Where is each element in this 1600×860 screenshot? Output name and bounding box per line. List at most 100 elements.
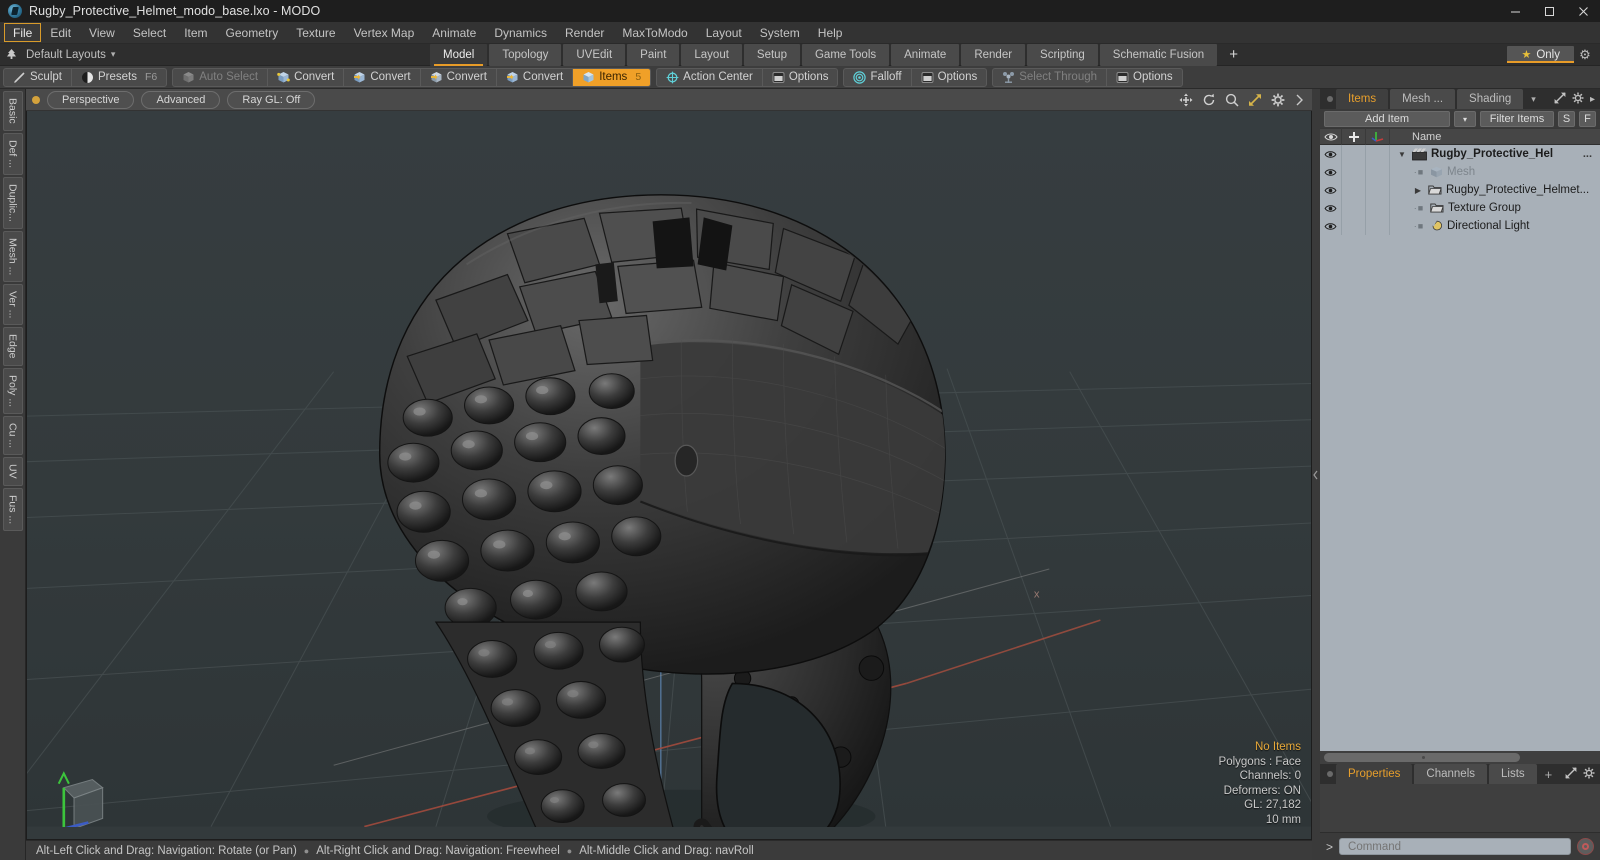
menu-help[interactable]: Help xyxy=(809,23,852,42)
vtab-polygon[interactable]: Poly ... xyxy=(2,367,23,415)
action-center-button[interactable]: Action Center xyxy=(657,68,763,86)
filter-s-button[interactable]: S xyxy=(1558,111,1575,127)
menu-system[interactable]: System xyxy=(751,23,809,42)
tab-properties[interactable]: Properties xyxy=(1336,764,1413,784)
tab-game-tools[interactable]: Game Tools xyxy=(801,43,890,66)
row-visibility-toggle[interactable] xyxy=(1320,199,1342,217)
tab-model[interactable]: Model xyxy=(430,43,488,66)
convert-vertex-button[interactable]: Convert xyxy=(268,68,345,86)
row-visibility-toggle[interactable] xyxy=(1320,181,1342,199)
3d-viewport[interactable]: x No Items Polygons: Face Channels: 0 D… xyxy=(26,111,1312,840)
tab-shading[interactable]: Shading xyxy=(1457,89,1524,109)
row-lock-cell[interactable] xyxy=(1342,163,1366,181)
gear-icon[interactable] xyxy=(1271,93,1285,107)
items-panel-gear-icon[interactable] xyxy=(1572,92,1584,107)
tab-animate[interactable]: Animate xyxy=(891,43,960,66)
select-through-button[interactable]: Select Through xyxy=(993,68,1108,86)
row-name-cell[interactable]: ·■ Texture Group xyxy=(1390,202,1600,214)
viewport-shading-selector[interactable]: Advanced xyxy=(141,90,221,109)
menu-layout[interactable]: Layout xyxy=(697,23,751,42)
items-panel-menu-dot-icon[interactable] xyxy=(1324,89,1336,109)
row-axis-cell[interactable] xyxy=(1366,181,1390,199)
bottom-panel-add-tab[interactable]: + xyxy=(1539,764,1559,784)
list-item[interactable]: ·■ Texture Group xyxy=(1320,199,1600,217)
tab-render[interactable]: Render xyxy=(961,43,1026,66)
menu-vertex-map[interactable]: Vertex Map xyxy=(345,23,424,42)
menu-render[interactable]: Render xyxy=(556,23,613,42)
chevron-right-icon[interactable] xyxy=(1294,94,1304,106)
vtab-mesh[interactable]: Mesh ... xyxy=(2,230,23,282)
tab-items[interactable]: Items xyxy=(1336,89,1389,109)
properties-content-area[interactable] xyxy=(1320,784,1600,832)
vtab-uv[interactable]: UV xyxy=(2,457,23,486)
close-button[interactable] xyxy=(1566,0,1600,22)
items-mode-button[interactable]: Items 5 xyxy=(573,68,651,86)
filter-f-button[interactable]: F xyxy=(1579,111,1596,127)
tab-schematic-fusion[interactable]: Schematic Fusion xyxy=(1099,43,1218,66)
row-axis-cell[interactable] xyxy=(1366,217,1390,235)
menu-item[interactable]: Item xyxy=(175,23,216,42)
row-lock-cell[interactable] xyxy=(1342,181,1366,199)
vtab-basic[interactable]: Basic xyxy=(2,91,23,131)
action-center-options-button[interactable]: Options xyxy=(763,69,838,86)
default-layouts-label[interactable]: Default Layouts xyxy=(22,49,106,61)
tab-uvedit[interactable]: UVEdit xyxy=(563,43,626,66)
menu-maxtomodo[interactable]: MaxToModo xyxy=(613,23,696,42)
expand-icon[interactable] xyxy=(1554,92,1566,107)
layout-gear-icon[interactable]: ⚙ xyxy=(1574,47,1596,63)
row-visibility-toggle[interactable] xyxy=(1320,217,1342,235)
vtab-curve[interactable]: Cu ... xyxy=(2,416,23,456)
menu-texture[interactable]: Texture xyxy=(287,23,344,42)
menu-file[interactable]: File xyxy=(4,23,42,42)
filter-items-button[interactable]: Filter Items xyxy=(1480,111,1554,127)
items-list-horizontal-scrollbar[interactable] xyxy=(1320,751,1600,764)
fit-icon[interactable] xyxy=(1248,93,1262,107)
tab-setup[interactable]: Setup xyxy=(743,43,800,66)
tab-channels[interactable]: Channels xyxy=(1414,764,1488,784)
vtab-fusion[interactable]: Fus ... xyxy=(2,487,23,531)
menu-edit[interactable]: Edit xyxy=(41,23,80,42)
only-toggle-button[interactable]: ★ Only xyxy=(1507,46,1574,63)
list-item[interactable]: ·■ Mesh xyxy=(1320,163,1600,181)
list-item[interactable]: ·■ Directional Light xyxy=(1320,217,1600,235)
auto-select-button[interactable]: Auto Select xyxy=(173,68,269,86)
sculpt-button[interactable]: Sculpt xyxy=(4,68,72,86)
tabs-overflow-caret-icon[interactable]: ▾ xyxy=(1525,89,1542,109)
vtab-vertex[interactable]: Ver ... xyxy=(2,284,23,326)
vtab-duplicate[interactable]: Duplic... xyxy=(2,176,23,229)
maximize-button[interactable] xyxy=(1532,0,1566,22)
row-visibility-toggle[interactable] xyxy=(1320,163,1342,181)
tab-topology[interactable]: Topology xyxy=(489,43,562,66)
scrollbar-thumb[interactable] xyxy=(1324,753,1520,762)
tab-lists[interactable]: Lists xyxy=(1489,764,1537,784)
row-name-cell[interactable]: ▼ Rugby_Protective_Hel ... xyxy=(1390,148,1600,161)
tab-paint[interactable]: Paint xyxy=(627,43,680,66)
add-item-button[interactable]: Add Item xyxy=(1324,111,1450,127)
presets-button[interactable]: Presets F6 xyxy=(72,69,166,86)
rotate-icon[interactable] xyxy=(1202,93,1216,107)
menu-animate[interactable]: Animate xyxy=(423,23,485,42)
list-item[interactable]: ▶ Rugby_Protective_Helmet... xyxy=(1320,181,1600,199)
select-through-options-button[interactable]: Options xyxy=(1107,69,1182,86)
record-icon[interactable] xyxy=(1577,838,1594,855)
convert-poly-button[interactable]: Convert xyxy=(421,68,497,86)
convert-item-button[interactable]: Convert xyxy=(497,68,574,86)
viewport-raygl-selector[interactable]: Ray GL: Off xyxy=(227,90,316,109)
menu-dynamics[interactable]: Dynamics xyxy=(485,23,556,42)
row-name-cell[interactable]: ·■ Directional Light xyxy=(1390,220,1600,232)
row-axis-cell[interactable] xyxy=(1366,199,1390,217)
vtab-deform[interactable]: Def ... xyxy=(2,132,23,175)
bottom-panel-expand-icon[interactable] xyxy=(1565,767,1577,782)
add-tab-button[interactable]: + xyxy=(1219,44,1248,66)
menu-view[interactable]: View xyxy=(80,23,124,42)
minimize-button[interactable] xyxy=(1498,0,1532,22)
tab-mesh-ops[interactable]: Mesh ... xyxy=(1390,89,1456,109)
bottom-panel-gear-icon[interactable] xyxy=(1583,767,1595,782)
tab-layout[interactable]: Layout xyxy=(681,43,742,66)
tab-scripting[interactable]: Scripting xyxy=(1027,43,1098,66)
add-item-dropdown-icon[interactable]: ▾ xyxy=(1454,111,1476,127)
row-name-cell[interactable]: ▶ Rugby_Protective_Helmet... xyxy=(1390,184,1600,196)
menu-select[interactable]: Select xyxy=(124,23,175,42)
row-axis-cell[interactable] xyxy=(1366,163,1390,181)
layout-caret-icon[interactable]: ▾ xyxy=(111,49,116,60)
